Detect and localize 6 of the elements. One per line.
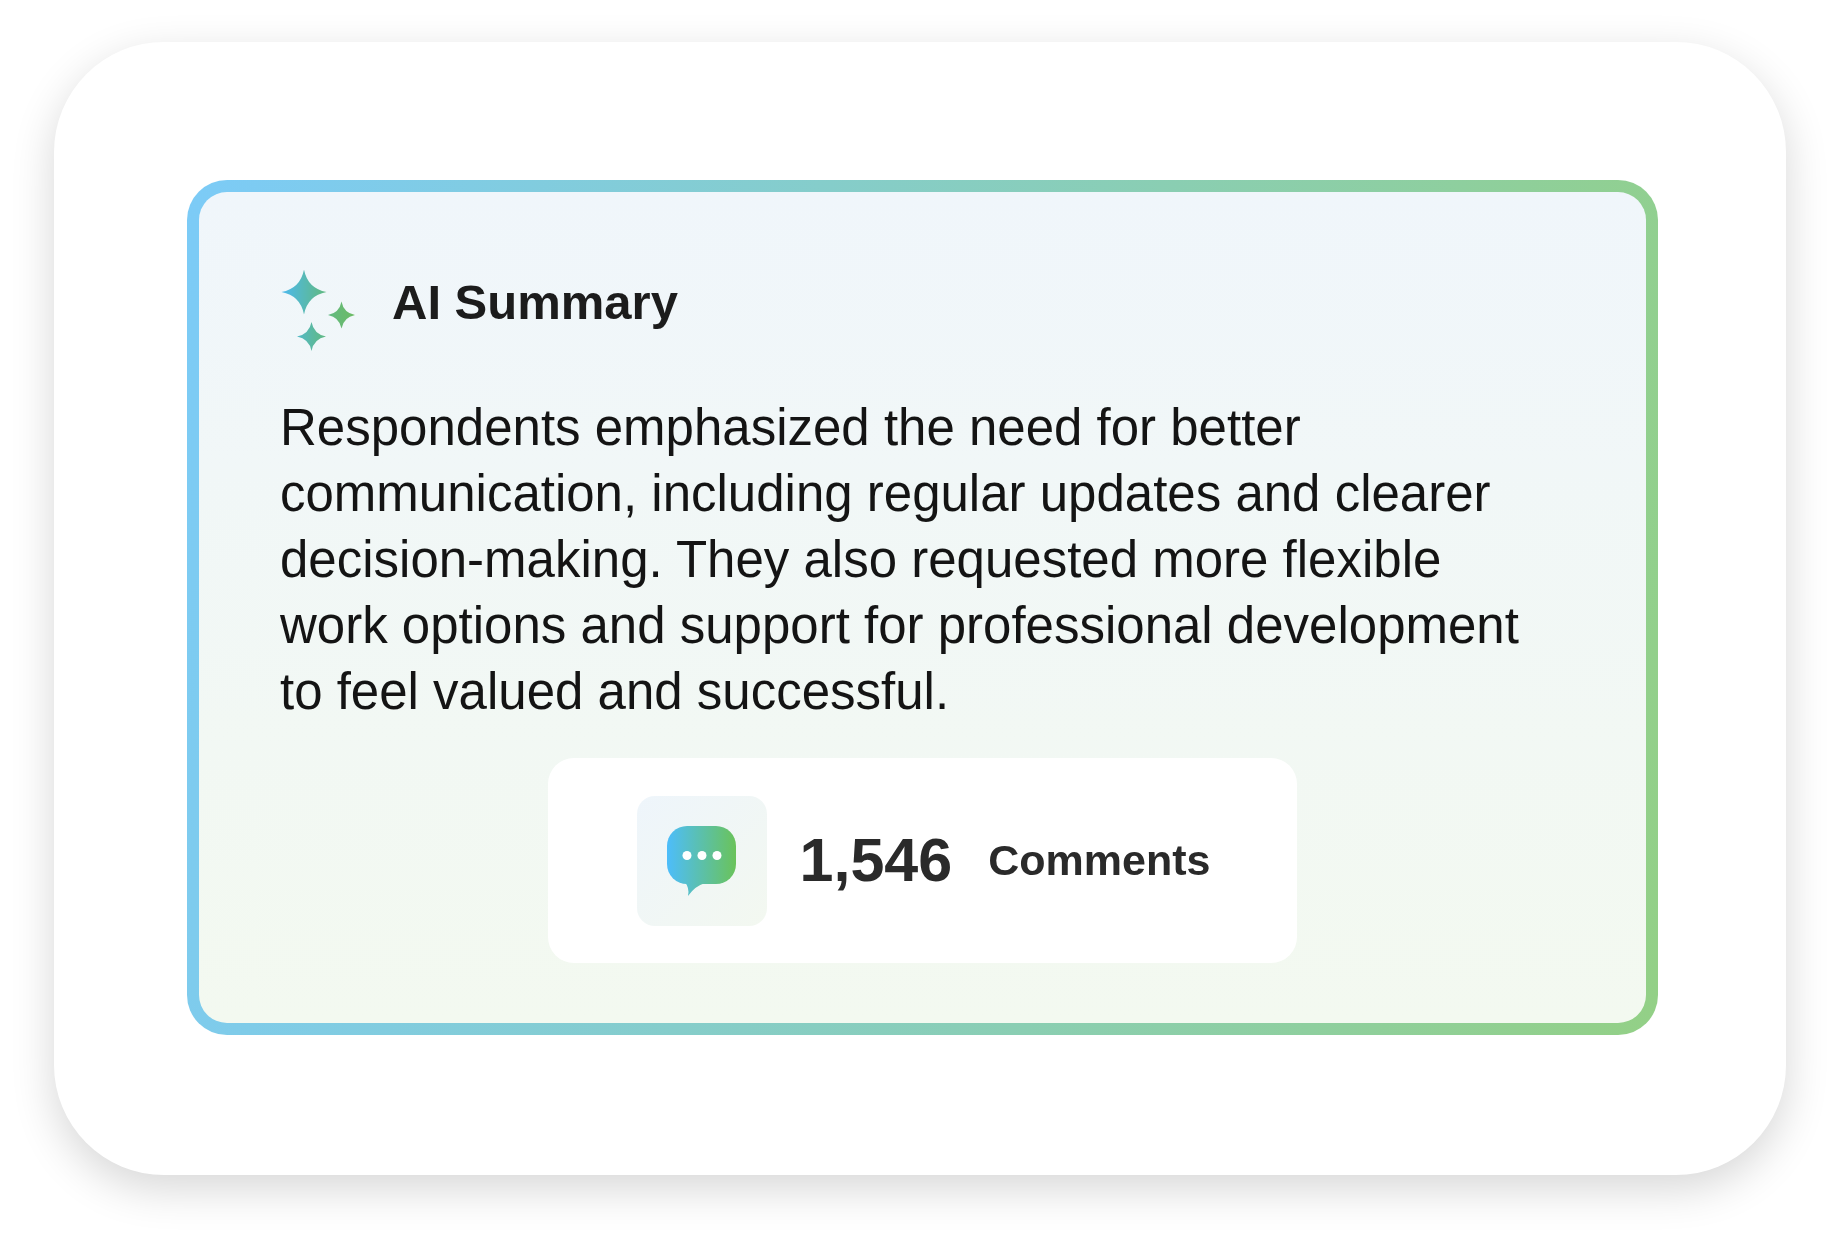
summary-title: AI Summary [392, 278, 678, 327]
summary-text: Respondents emphasized the need for better communication, including regular updates and clearer decision-making. They also requested more flexible work options and support for professional development to feel valued and successful. [280, 398, 1520, 722]
comment-count: 1,546 [799, 830, 953, 891]
comments-label: Comments [988, 839, 1211, 882]
chat-bubble-icon [636, 795, 767, 926]
sparkle-icon [280, 270, 356, 351]
